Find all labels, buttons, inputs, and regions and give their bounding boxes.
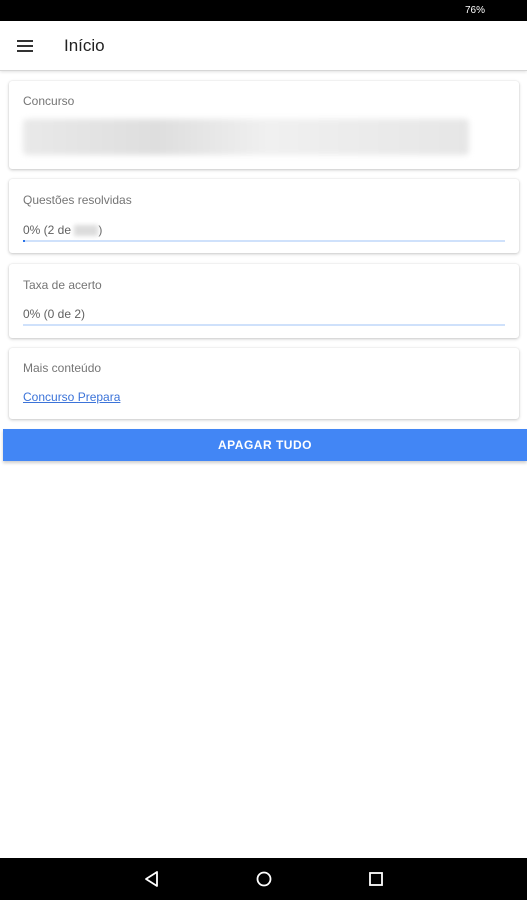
questoes-value-prefix: 0% (2 de	[23, 223, 75, 237]
questoes-value-suffix: )	[98, 223, 103, 237]
app-bar: Início	[0, 21, 527, 71]
mais-conteudo-label: Mais conteúdo	[23, 361, 102, 375]
taxa-card: Taxa de acerto 0% (0 de 2)	[9, 264, 519, 338]
questoes-progress-fill	[23, 240, 26, 242]
recents-square-icon[interactable]	[366, 869, 386, 889]
taxa-label: Taxa de acerto	[23, 278, 102, 292]
questoes-value: 0% (2 de )	[23, 223, 102, 237]
navigation-bar	[0, 858, 527, 900]
battery-level: 76%	[464, 5, 485, 16]
questoes-label: Questões resolvidas	[23, 193, 132, 207]
home-circle-icon[interactable]	[254, 869, 274, 889]
status-bar: 76%	[0, 0, 527, 21]
taxa-progress-track	[23, 324, 505, 326]
delete-all-button[interactable]: APAGAR TUDO	[3, 429, 527, 461]
questoes-progress-track	[23, 240, 505, 242]
page-title: Início	[64, 36, 105, 55]
hamburger-menu-icon[interactable]	[17, 40, 33, 52]
mais-conteudo-card: Mais conteúdo Concurso Prepara	[9, 348, 519, 419]
concurso-prepara-link[interactable]: Concurso Prepara	[23, 390, 120, 404]
concurso-value-redacted	[23, 119, 469, 155]
questoes-card: Questões resolvidas 0% (2 de )	[9, 179, 519, 253]
concurso-label: Concurso	[23, 94, 75, 108]
taxa-value: 0% (0 de 2)	[23, 307, 86, 321]
questoes-total-redacted	[74, 225, 99, 237]
back-triangle-icon[interactable]	[142, 869, 162, 889]
concurso-card[interactable]: Concurso	[9, 81, 519, 169]
